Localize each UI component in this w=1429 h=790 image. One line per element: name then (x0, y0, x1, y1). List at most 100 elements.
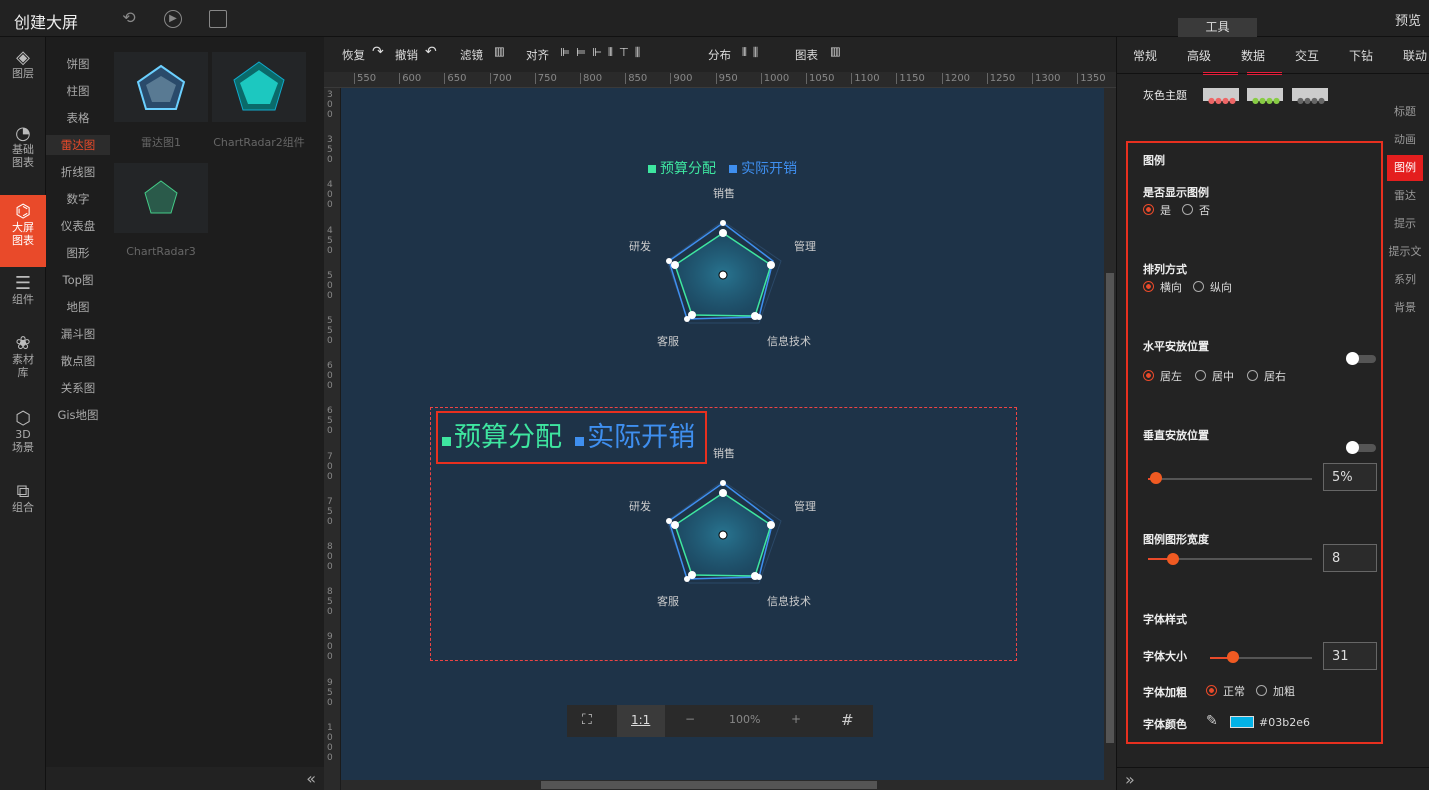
eyedropper-icon[interactable]: ✎ (1206, 713, 1218, 729)
side-tab[interactable]: 雷达 (1387, 183, 1423, 209)
orient-vertical-radio[interactable]: 纵向 (1193, 279, 1232, 295)
horizontal-scrollbar[interactable] (341, 780, 1104, 790)
nav-basic-charts[interactable]: ◔ 基础 图表 (0, 125, 46, 182)
ruler-tick-label: 700 (489, 73, 512, 84)
hpos-center-radio[interactable]: 居中 (1195, 368, 1234, 384)
vpos-input[interactable]: 5% (1323, 463, 1377, 491)
side-tab[interactable]: 系列 (1387, 267, 1423, 293)
vertical-scrollbar[interactable] (1104, 88, 1116, 790)
show-no-radio[interactable]: 否 (1182, 202, 1210, 218)
font-size-slider-knob[interactable] (1227, 651, 1239, 663)
align-button[interactable]: 对齐 (526, 47, 549, 63)
category-item[interactable]: 散点图 (46, 351, 110, 371)
chart-icon[interactable]: ▥ (830, 44, 841, 58)
thumb-radar1[interactable] (114, 52, 208, 122)
fit-screen-icon[interactable]: ⛶ (582, 712, 592, 728)
category-item[interactable]: Top图 (46, 270, 110, 290)
panel-tab[interactable]: 数据 (1241, 47, 1265, 64)
play-icon[interactable]: ▶ (164, 10, 182, 28)
orient-horizontal-radio[interactable]: 横向 (1143, 279, 1182, 295)
zoom-out-button[interactable]: − (685, 712, 695, 726)
bar-chart-icon[interactable]: ▥ (494, 44, 505, 58)
bold-bold-radio[interactable]: 加粗 (1256, 683, 1295, 699)
category-item[interactable]: 表格 (46, 108, 110, 128)
filter-button[interactable]: 滤镜 (460, 47, 483, 63)
canvas[interactable]: 预算分配 实际开销 销售 管理 信息技术 客服 研发 预算分配 实际开销 销售 … (341, 88, 1104, 790)
thumb-label: ChartRadar3 (126, 245, 196, 258)
collapse-right-icon[interactable]: » (1125, 770, 1135, 789)
radar-axis-label: 管理 (794, 500, 816, 513)
grid-icon[interactable]: # (841, 711, 854, 729)
shape-width-input[interactable]: 8 (1323, 544, 1377, 572)
nav-components[interactable]: ☰ 组件 (0, 275, 46, 322)
category-item[interactable]: 关系图 (46, 378, 110, 398)
panel-tab[interactable]: 交互 (1295, 47, 1319, 64)
vpos-slider-knob[interactable] (1150, 472, 1162, 484)
category-item[interactable]: 折线图 (46, 162, 110, 182)
side-tab[interactable]: 提示 (1387, 211, 1423, 237)
thumb-radar2[interactable] (212, 52, 306, 122)
category-item[interactable]: 柱图 (46, 81, 110, 101)
theme-swatch-2[interactable]: ●●●● (1247, 88, 1283, 105)
hpos-toggle[interactable] (1346, 352, 1376, 365)
nav-layers[interactable]: ◈ 图层 (0, 49, 46, 101)
tool-tab[interactable]: 工具 (1178, 18, 1257, 37)
side-tab[interactable]: 提示文 (1387, 239, 1423, 265)
distribute-icons[interactable]: ⫴⫼ (742, 45, 764, 60)
category-item[interactable]: 饼图 (46, 54, 110, 74)
category-item[interactable]: Gis地图 (46, 405, 110, 425)
show-yes-radio[interactable]: 是 (1143, 202, 1171, 218)
ruler-tick-label: 1000 (327, 722, 333, 763)
back-icon[interactable]: ⟲ (120, 10, 138, 28)
category-item[interactable]: 地图 (46, 297, 110, 317)
radar-axis-label: 客服 (657, 335, 679, 348)
undo-icon[interactable]: ↶ (425, 44, 437, 60)
scroll-thumb[interactable] (1106, 273, 1114, 743)
shape-width-slider-knob[interactable] (1167, 553, 1179, 565)
chart-button[interactable]: 图表 (795, 47, 818, 63)
category-item[interactable]: 仪表盘 (46, 216, 110, 236)
radar-chart-1[interactable] (601, 183, 851, 353)
align-icons[interactable]: ⊫⊨⊩⫴⊤⫼ (560, 45, 646, 60)
category-item[interactable]: 漏斗图 (46, 324, 110, 344)
side-tab[interactable]: 标题 (1387, 99, 1423, 125)
undo-button[interactable]: 撤销 (395, 47, 418, 63)
redo-button[interactable]: 恢复 (342, 47, 365, 63)
ratio-button[interactable]: 1:1 (631, 713, 650, 727)
ruler-tick-label: 1200 (941, 73, 970, 84)
nav-combine[interactable]: ⧉ 组合 (0, 483, 46, 530)
bold-normal-radio[interactable]: 正常 (1206, 683, 1245, 699)
panel-tab[interactable]: 高级 (1187, 47, 1211, 64)
hpos-right-radio[interactable]: 居右 (1247, 368, 1286, 384)
panel-tab[interactable]: 下钻 (1349, 47, 1373, 64)
shape-width-label: 图例图形宽度 (1143, 533, 1209, 546)
radar-axis-label: 管理 (794, 240, 816, 253)
side-tab[interactable]: 动画 (1387, 127, 1423, 153)
theme-swatch-1[interactable]: ●●●● (1203, 88, 1239, 105)
category-item[interactable]: 数字 (46, 189, 110, 209)
side-tab[interactable]: 背景 (1387, 295, 1423, 321)
side-tab[interactable]: 图例 (1387, 155, 1423, 181)
panel-tab[interactable]: 常规 (1133, 47, 1157, 64)
redo-icon[interactable]: ↷ (372, 44, 384, 60)
font-size-input[interactable]: 31 (1323, 642, 1377, 670)
collapse-left-icon[interactable]: « (306, 769, 316, 788)
nav-screen-charts[interactable]: ⌬ 大屏 图表 (0, 195, 46, 267)
chart1-legend[interactable]: 预算分配 实际开销 (648, 158, 797, 178)
font-color-swatch[interactable] (1230, 716, 1254, 728)
preview-button[interactable]: 预览 (1395, 10, 1421, 29)
font-size-slider[interactable] (1210, 657, 1312, 659)
radar-chart-2[interactable] (601, 443, 851, 613)
nav-materials[interactable]: ❀ 素材 库 (0, 335, 46, 392)
distribute-button[interactable]: 分布 (708, 47, 731, 63)
panel-tab[interactable]: 联动 (1403, 47, 1427, 64)
vpos-slider[interactable] (1148, 478, 1312, 480)
save-icon[interactable] (209, 10, 227, 28)
theme-swatch-3[interactable]: ●●●● (1292, 88, 1328, 105)
vpos-toggle[interactable] (1346, 441, 1376, 454)
scroll-thumb[interactable] (541, 781, 877, 789)
hpos-left-radio[interactable]: 居左 (1143, 368, 1182, 384)
thumb-radar3[interactable] (114, 163, 208, 233)
zoom-in-button[interactable]: + (791, 712, 801, 726)
nav-3d[interactable]: ⬡ 3D 场景 (0, 410, 46, 467)
